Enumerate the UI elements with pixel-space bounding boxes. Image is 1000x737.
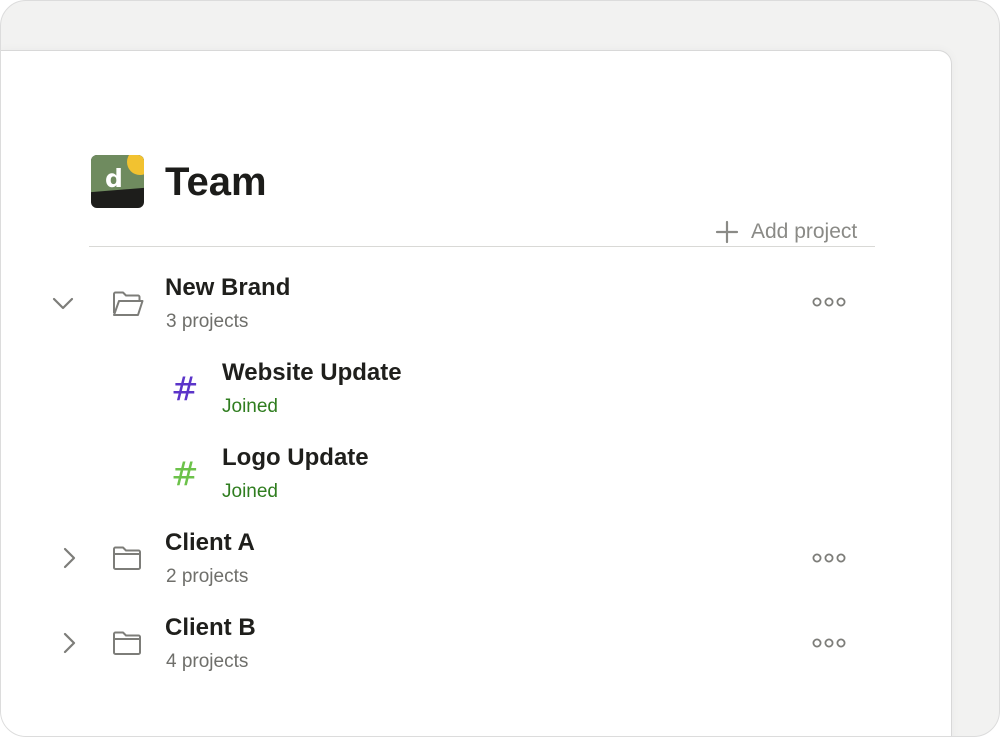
group-count: 3 projects [166, 311, 249, 332]
page-title: Team [165, 160, 267, 204]
project-name: Website Update [222, 359, 402, 386]
chevron-down-icon[interactable] [51, 294, 75, 314]
group-name: Client A [165, 529, 255, 556]
app-window: d Team Add project New Brand 3 projects [0, 0, 1000, 737]
group-name: Client B [165, 614, 256, 641]
group-count: 2 projects [166, 566, 249, 587]
hash-icon: # [171, 454, 199, 493]
folder-open-icon [113, 291, 144, 316]
folder-icon [113, 546, 141, 570]
project-status: Joined [222, 481, 278, 502]
plus-icon [715, 220, 739, 244]
team-logo: d [91, 155, 144, 208]
more-options-icon[interactable] [812, 296, 846, 308]
group-name: New Brand [165, 274, 291, 301]
team-panel: d Team Add project New Brand 3 projects [1, 50, 952, 736]
more-options-icon[interactable] [812, 637, 846, 649]
project-status: Joined [222, 396, 278, 417]
chevron-right-icon[interactable] [61, 631, 77, 655]
group-count: 4 projects [166, 651, 249, 672]
logo-letter: d [105, 164, 123, 193]
project-name: Logo Update [222, 444, 369, 471]
chevron-right-icon[interactable] [61, 546, 77, 570]
add-project-button[interactable]: Add project [715, 218, 857, 246]
more-options-icon[interactable] [812, 552, 846, 564]
folder-icon [113, 631, 141, 655]
hash-icon: # [171, 369, 199, 408]
header-divider [89, 246, 875, 247]
add-project-label: Add project [751, 220, 858, 243]
